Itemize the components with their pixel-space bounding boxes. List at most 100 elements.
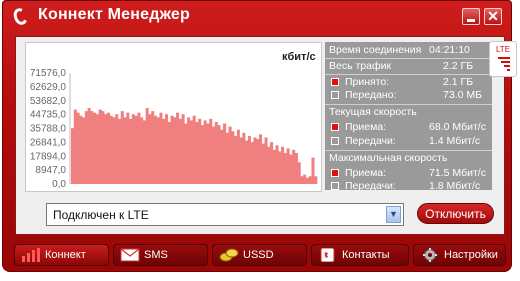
total-traffic-row: Весь трафик 2.2 ГБ	[325, 58, 492, 73]
minimize-button[interactable]	[462, 8, 480, 25]
traffic-bar	[109, 115, 113, 184]
max-tx-value: 1.8 Мбит/с	[429, 180, 481, 192]
y-tick-label: 0,0	[52, 179, 66, 190]
received-legend-swatch	[331, 78, 339, 86]
traffic-bar	[236, 129, 240, 184]
nav-contacts[interactable]: Контакты	[311, 244, 409, 266]
traffic-bar	[123, 117, 127, 184]
y-tick-label: 44735,0	[30, 110, 67, 121]
max-rx-swatch	[331, 169, 339, 177]
connection-time-value: 04:21:10	[429, 44, 470, 56]
nav-connect-label: Коннект	[45, 249, 86, 261]
current-tx-row: Передачи: 1.4 Мбит/с	[325, 134, 492, 148]
nav-ussd[interactable]: USSD	[212, 244, 307, 266]
traffic-bar	[106, 112, 110, 184]
total-traffic-value: 2.2 ГБ	[443, 60, 474, 72]
traffic-bar	[267, 146, 271, 184]
phone-book-icon	[320, 248, 335, 262]
chart-unit-label: кбит/с	[282, 51, 316, 63]
nav-settings[interactable]: Настройки	[413, 244, 506, 266]
traffic-bar	[181, 114, 185, 184]
traffic-bar	[145, 108, 149, 184]
traffic-bar	[162, 118, 166, 184]
nav-connect[interactable]: Коннект	[14, 244, 109, 266]
traffic-bar	[220, 129, 224, 184]
traffic-bar	[140, 117, 144, 184]
nav-ussd-label: USSD	[243, 249, 274, 261]
max-rx-row: Приема: 71.5 Мбит/с	[325, 166, 492, 180]
signal-bar-icon	[501, 61, 510, 63]
traffic-bar	[151, 111, 155, 184]
traffic-bar	[308, 176, 312, 184]
traffic-bar	[275, 145, 279, 184]
max-tx-swatch	[331, 182, 339, 190]
traffic-bar	[156, 117, 160, 184]
traffic-bar	[250, 142, 254, 184]
traffic-bar	[82, 117, 86, 184]
traffic-bar	[117, 118, 122, 184]
chevron-down-icon[interactable]: ▼	[386, 206, 401, 223]
traffic-bar	[95, 114, 99, 184]
traffic-bar	[209, 118, 213, 184]
traffic-bar	[231, 131, 235, 184]
traffic-bar	[129, 118, 133, 184]
traffic-bar	[71, 128, 75, 184]
title-bar[interactable]: Коннект Менеджер ✕	[2, 0, 512, 34]
received-value: 2.1 ГБ	[443, 76, 474, 88]
traffic-bar	[223, 123, 227, 184]
traffic-bar	[270, 142, 274, 184]
traffic-bar	[217, 125, 221, 184]
stats-panel: Время соединения 04:21:10 Весь трафик 2.…	[325, 42, 492, 192]
max-rx-label: Приема:	[345, 167, 387, 179]
max-speed-label: Максимальная скорость	[329, 152, 448, 164]
traffic-bar	[242, 132, 246, 184]
traffic-bar	[258, 134, 263, 184]
traffic-bar	[195, 121, 199, 184]
disconnect-button[interactable]: Отключить	[417, 203, 494, 224]
traffic-bar	[253, 137, 257, 184]
traffic-bar	[294, 152, 298, 184]
traffic-bar	[98, 109, 102, 184]
traffic-bar	[278, 151, 282, 184]
traffic-bar	[303, 174, 307, 184]
nav-sms[interactable]: SMS	[113, 244, 208, 266]
current-rx-label: Приема:	[345, 121, 387, 133]
brand-logo	[11, 6, 30, 27]
y-tick-label: 17894,0	[30, 151, 67, 162]
traffic-bar	[73, 109, 77, 184]
traffic-bar	[289, 154, 293, 184]
traffic-bar	[214, 121, 218, 184]
traffic-bar	[311, 157, 315, 184]
connection-time-row: Время соединения 04:21:10	[325, 43, 492, 57]
nav-settings-label: Настройки	[444, 249, 498, 261]
traffic-bar	[247, 135, 251, 184]
traffic-bar	[153, 115, 157, 184]
close-button[interactable]: ✕	[484, 8, 502, 25]
close-icon: ✕	[487, 8, 499, 24]
y-tick-label: 8947,0	[35, 165, 66, 176]
y-tick-label: 26841,0	[30, 137, 67, 148]
connection-status-value: Подключен к LTE	[53, 208, 149, 222]
current-tx-swatch	[331, 137, 339, 145]
gear-icon	[423, 248, 437, 262]
traffic-chart-svg: 71576,0 62629,0 53682,0 44735,0 35788,0 26841…	[30, 68, 318, 190]
traffic-bar	[272, 149, 276, 184]
traffic-bar	[203, 120, 207, 184]
traffic-bar	[256, 139, 260, 184]
traffic-bar	[206, 123, 210, 184]
traffic-bar	[281, 146, 285, 184]
traffic-bar	[300, 176, 304, 184]
traffic-bar	[170, 115, 174, 184]
traffic-bar	[189, 120, 193, 184]
traffic-chart: 71576,0 62629,0 53682,0 44735,0 35788,0 26841…	[25, 42, 322, 192]
connection-status-select[interactable]: Подключен к LTE ▼	[46, 203, 404, 226]
traffic-bar	[176, 112, 180, 184]
traffic-bar	[173, 117, 177, 184]
traffic-bar	[131, 114, 135, 184]
traffic-bar	[104, 114, 108, 184]
traffic-bar	[184, 123, 188, 184]
traffic-bar	[297, 162, 301, 184]
traffic-bar	[120, 111, 124, 184]
current-speed-header: Текущая скорость	[325, 104, 492, 119]
y-tick-label: 53682,0	[30, 96, 67, 107]
